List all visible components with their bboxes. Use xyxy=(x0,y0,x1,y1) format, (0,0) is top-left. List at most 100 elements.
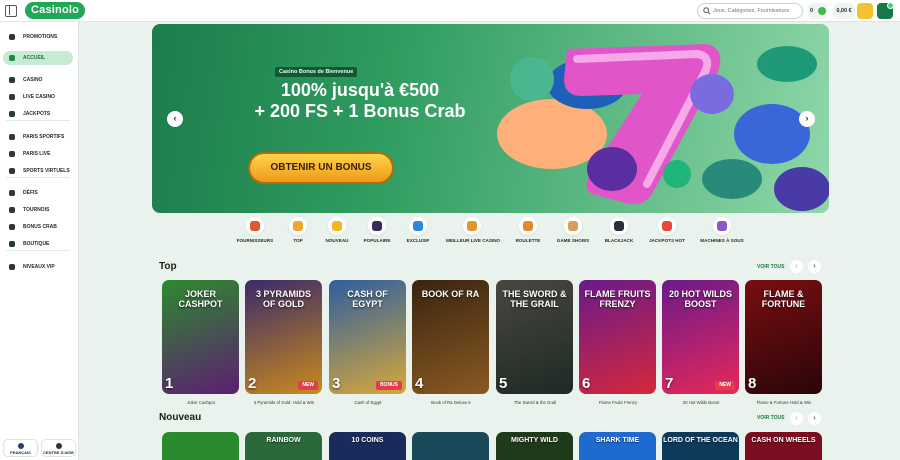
hero-tag: Casino Bonus de Bienvenue xyxy=(275,67,358,77)
sidebar-item-paris-live[interactable]: PARIS LIVE xyxy=(3,147,73,161)
new-game-card[interactable]: SHARK TIME xyxy=(579,432,656,460)
game-caption[interactable]: Book of Ra Deluxe 6 xyxy=(408,400,494,405)
category-icon xyxy=(413,221,423,231)
home-icon xyxy=(9,55,15,61)
game-caption[interactable]: The Sword & the Grail xyxy=(492,400,578,405)
category-icon xyxy=(662,221,672,231)
game-caption[interactable]: Joker Cashpot xyxy=(158,400,244,405)
sidebar-item-tournois[interactable]: TOURNOIS xyxy=(3,203,73,217)
game-caption[interactable]: 3 Pyramids of Gold: Hold & Win xyxy=(241,400,327,405)
game-rank: 8 xyxy=(748,375,757,392)
sidebar-item-label: TOURNOIS xyxy=(23,207,50,213)
game-caption[interactable]: Flame Fruits Frenzy xyxy=(575,400,661,405)
sidebar-item-live-casino[interactable]: LIVE CASINO xyxy=(3,90,73,104)
game-card[interactable]: 20 HOT WILDS BOOST 7 NEW xyxy=(662,280,739,394)
category-jackpots-hot[interactable]: JACKPOTS HOT xyxy=(641,217,693,247)
trophy-icon xyxy=(9,207,15,213)
coins-counter[interactable]: 0 xyxy=(808,3,827,19)
game-art-title: 20 HOT WILDS BOOST xyxy=(668,289,732,309)
crab-icon xyxy=(9,224,15,230)
new-game-card[interactable] xyxy=(412,432,489,460)
sidebar-item-sports-virtuels[interactable]: SPORTS VIRTUELS xyxy=(3,164,73,178)
game-card[interactable]: BOOK OF RA 4 xyxy=(412,280,489,394)
virtual-sports-icon xyxy=(9,168,15,174)
category-icon xyxy=(717,221,727,231)
football-icon xyxy=(9,134,15,140)
category-exclusif[interactable]: EXCLUSIF xyxy=(392,217,444,247)
game-rank: 3 xyxy=(332,375,341,392)
hero-banner[interactable]: Casino Bonus de Bienvenue 100% jusqu'à €… xyxy=(152,24,829,213)
nouveau-next-button[interactable]: › xyxy=(808,412,821,425)
category-bubble xyxy=(564,217,582,235)
new-game-card[interactable]: MIGHTY WILD xyxy=(496,432,573,460)
sidebar-item-niveaux-vip[interactable]: NIVEAUX VIP xyxy=(3,260,73,274)
balance[interactable]: 0,00 € xyxy=(833,3,855,19)
top-next-button[interactable]: › xyxy=(808,260,821,273)
sidebar-item-promotions[interactable]: PROMOTIONS xyxy=(3,30,73,44)
top-prev-button[interactable]: ‹ xyxy=(790,260,803,273)
game-rank: 6 xyxy=(582,375,591,392)
sidebar-toggle-icon[interactable] xyxy=(5,5,17,17)
search-icon xyxy=(703,7,711,15)
new-game-card[interactable]: RAINBOW xyxy=(245,432,322,460)
hero-prev-button[interactable]: ‹ xyxy=(167,111,183,127)
see-all-nouveau-link[interactable]: VOIR TOUS xyxy=(757,415,784,421)
sidebar-item-bonus-crab[interactable]: BONUS CRAB xyxy=(3,220,73,234)
get-bonus-button[interactable]: OBTENIR UN BONUS xyxy=(248,152,394,184)
game-card[interactable]: 3 PYRAMIDS OF GOLD 2 NEW xyxy=(245,280,322,394)
category-bubble xyxy=(658,217,676,235)
game-card[interactable]: THE SWORD & THE GRAIL 5 xyxy=(496,280,573,394)
search-box[interactable] xyxy=(697,3,803,19)
category-icon xyxy=(614,221,624,231)
nouveau-prev-button[interactable]: ‹ xyxy=(790,412,803,425)
wallet-icon[interactable] xyxy=(857,3,873,19)
game-badge: NEW xyxy=(298,381,318,390)
sidebar-divider xyxy=(6,177,70,178)
search-input[interactable] xyxy=(713,5,801,17)
new-game-card[interactable] xyxy=(162,432,239,460)
game-art-title: JOKER CASHPOT xyxy=(178,289,223,309)
live-tv-icon xyxy=(9,151,15,157)
category-icon xyxy=(568,221,578,231)
sidebar-item-label: PROMOTIONS xyxy=(23,34,58,40)
game-caption[interactable]: 20 Hot Wilds Boost xyxy=(658,400,744,405)
game-card[interactable]: FLAME & FORTUNE 8 xyxy=(745,280,822,394)
new-game-card[interactable]: 10 COINS xyxy=(329,432,406,460)
hero-next-button[interactable]: › xyxy=(799,111,815,127)
sidebar-item-paris-sportifs[interactable]: PARIS SPORTIFS xyxy=(3,130,73,144)
category-label: BLACKJACK xyxy=(604,238,634,243)
help-center-button[interactable]: CENTRE D'AIDE xyxy=(41,439,76,457)
game-art-title: CASH OF EGYPT xyxy=(347,289,388,309)
category-bubble xyxy=(409,217,427,235)
category-bubble xyxy=(519,217,537,235)
game-caption[interactable]: Flame & Fortune Hold & Win xyxy=(741,400,827,405)
category-label: GAME SHOWS xyxy=(556,238,590,243)
game-badge: NEW xyxy=(715,381,735,390)
sidebar-item-d-fis[interactable]: DÉFIS xyxy=(3,186,73,200)
new-game-card[interactable]: LORD OF THE OCEAN xyxy=(662,432,739,460)
category-icon xyxy=(467,221,477,231)
sidebar-item-boutique[interactable]: BOUTIQUE xyxy=(3,237,73,251)
see-all-top-link[interactable]: VOIR TOUS xyxy=(757,264,784,270)
sidebar-item-jackpots[interactable]: JACKPOTS xyxy=(3,107,73,121)
game-card[interactable]: JOKER CASHPOT 1 xyxy=(162,280,239,394)
sidebar-item-accueil[interactable]: ACCUEIL xyxy=(3,51,73,65)
category-game-shows[interactable]: GAME SHOWS xyxy=(547,217,599,247)
category-blackjack[interactable]: BLACKJACK xyxy=(593,217,645,247)
category-icon xyxy=(332,221,342,231)
shop-icon xyxy=(9,241,15,247)
logo[interactable]: Casinolo xyxy=(25,2,86,19)
sidebar-item-casino[interactable]: CASINO xyxy=(3,73,73,87)
language-label: FRANÇAIS xyxy=(10,450,31,455)
game-card[interactable]: CASH OF EGYPT 3 BONUS xyxy=(329,280,406,394)
sidebar-item-label: SPORTS VIRTUELS xyxy=(23,168,70,174)
sidebar-item-label: DÉFIS xyxy=(23,190,38,196)
profile-avatar-icon[interactable] xyxy=(877,2,894,19)
game-caption[interactable]: Cash of Egypt xyxy=(325,400,411,405)
category-meilleur-live-casino[interactable]: MEILLEUR LIVE CASINO xyxy=(446,217,500,247)
sidebar-item-label: NIVEAUX VIP xyxy=(23,264,55,270)
language-button[interactable]: FRANÇAIS xyxy=(3,439,38,457)
new-game-card[interactable]: CASH ON WHEELS xyxy=(745,432,822,460)
category-machines-sous[interactable]: MACHINES À SOUS xyxy=(696,217,748,247)
game-card[interactable]: FLAME FRUITS FRENZY 6 xyxy=(579,280,656,394)
